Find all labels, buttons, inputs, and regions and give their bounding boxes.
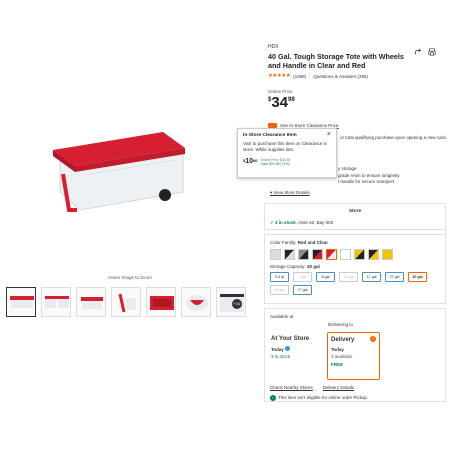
delivery-option-stock: 3 available [331, 354, 353, 359]
check-icon: ✓ [270, 220, 274, 225]
brand-name[interactable]: HDX [268, 44, 450, 50]
check-nearby-stores-link[interactable]: Check Nearby Stores [270, 385, 313, 390]
thumbnail[interactable] [76, 287, 106, 317]
color-swatch[interactable] [354, 249, 365, 260]
credit-card-offer: ur total qualifying purchase upon openin… [340, 135, 447, 140]
delivery-option-when: Today [331, 347, 344, 352]
image-gallery: Hover Image to Zoom +10 [0, 40, 260, 317]
color-swatch[interactable] [382, 249, 393, 260]
hover-zoom-hint: Hover Image to Zoom [108, 275, 152, 280]
color-swatch[interactable] [270, 249, 281, 260]
capacity-option[interactable]: 27 gal [385, 272, 404, 282]
thumbnail[interactable] [111, 287, 141, 317]
price: $ 34 98 [268, 95, 450, 110]
store-stock: ✓ 3 in stock, Aisle 62, Bay 002 [270, 220, 334, 225]
online-price-label: Online Price [268, 89, 293, 94]
availability-section: Available at Delivering to At Your Store… [264, 308, 446, 402]
delivering-to-label[interactable]: Delivering to [328, 322, 353, 327]
delivery-details-link[interactable]: Delivery Details [323, 385, 354, 390]
pickup-not-eligible-notice: i This item isn't eligible for online or… [270, 395, 368, 401]
review-count[interactable]: (1069) [293, 74, 306, 79]
more-images-badge: +10 [232, 299, 242, 309]
color-swatch[interactable] [312, 249, 323, 260]
clearance-price: $1000 [243, 158, 258, 165]
color-family-label: Color Family: Red and Clear [270, 240, 329, 245]
product-options: Color Family: Red and Clear Storage Capa… [264, 234, 446, 304]
questions-answers-link[interactable]: Questions & Answers (295) [313, 74, 368, 79]
info-icon[interactable] [285, 346, 291, 351]
product-image[interactable] [45, 100, 190, 230]
capacity-option-selected[interactable]: 40 gal [408, 272, 427, 282]
capacity-option[interactable]: 77 gal [293, 285, 312, 295]
store-pickup-option[interactable]: At Your Store Today 3 in stock [268, 332, 321, 380]
color-swatch[interactable] [340, 249, 351, 260]
highlight-item: t handle for secure transport [338, 179, 395, 184]
tooltip-price: $1000 Online Price $34.98 Save $24.98 (7… [243, 158, 331, 166]
store-label: Store [348, 209, 362, 214]
product-title: 40 Gal. Tough Storage Tote with Wheels a… [268, 52, 404, 70]
star-rating-icon[interactable]: ★★★★★ [268, 73, 291, 79]
capacity-options: 5.5 qt 7 gal 8 gal 12 gal 17 gal 27 gal … [270, 272, 442, 295]
info-icon: i [270, 395, 276, 401]
tooltip-body: Visit to purchase this item on Clearance… [243, 141, 327, 152]
color-swatch-selected[interactable] [326, 249, 337, 260]
storage-capacity-label: Storage Capacity: 40 gal [270, 264, 320, 269]
store-stock-card: Store ✓ 3 in stock, Aisle 62, Bay 002 [264, 203, 446, 230]
capacity-option[interactable]: 17 gal [362, 272, 381, 282]
delivery-option[interactable]: ✓ Delivery Today 3 available FREE [327, 332, 380, 380]
view-more-details-link[interactable]: ▾ View More Details [270, 190, 310, 196]
capacity-option[interactable]: 55 gal [270, 285, 289, 295]
thumbnail[interactable] [6, 287, 36, 317]
savings: Save $24.98 (71%) [260, 162, 290, 166]
price-cents: 98 [288, 97, 295, 103]
thumbnail-strip: +10 [6, 287, 246, 317]
capacity-option[interactable]: 5.5 qt [270, 272, 289, 282]
thumbnail[interactable] [41, 287, 71, 317]
capacity-option[interactable]: 7 gal [293, 272, 312, 282]
check-icon: ✓ [370, 336, 376, 342]
tooltip-title: In-Store Clearance Item [243, 133, 297, 138]
product-info: HDX 40 Gal. Tough Storage Tote with Whee… [268, 44, 450, 110]
thumbnail[interactable] [181, 287, 211, 317]
capacity-option[interactable]: 8 gal [316, 272, 335, 282]
product-highlights: y storage grade resin to ensure longevit… [338, 166, 400, 186]
color-swatch[interactable] [284, 249, 295, 260]
store-option-when: Today [271, 346, 318, 352]
capacity-option[interactable]: 12 gal [339, 272, 358, 282]
color-swatches [270, 249, 440, 260]
store-option-title: At Your Store [271, 336, 310, 342]
clearance-tooltip: In-Store Clearance Item × Visit to purch… [237, 128, 337, 178]
price-dollars: 34 [271, 94, 289, 111]
thumbnail-more[interactable]: +10 [216, 287, 246, 317]
close-icon[interactable]: × [327, 131, 331, 138]
delivery-free-badge: FREE [331, 362, 344, 367]
thumbnail[interactable] [146, 287, 176, 317]
rating-row: ★★★★★ (1069) | Questions & Answers (295) [268, 73, 368, 79]
color-swatch[interactable] [368, 249, 379, 260]
color-swatch[interactable] [298, 249, 309, 260]
availability-links: Check Nearby Stores Delivery Details [270, 385, 354, 390]
available-at-label: Available at [270, 314, 294, 319]
store-option-stock: 3 in stock [271, 354, 291, 359]
